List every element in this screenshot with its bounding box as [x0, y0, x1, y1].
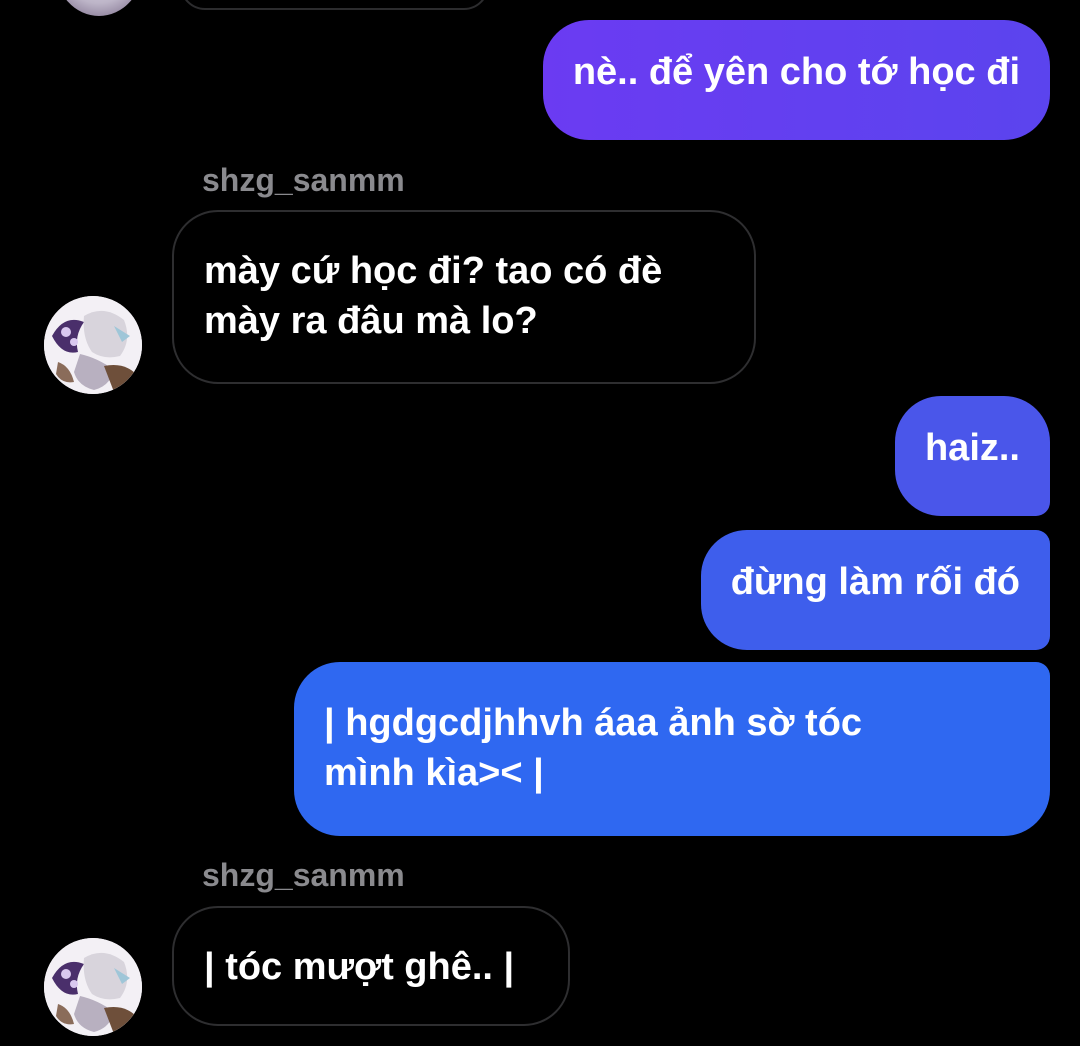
sender-name: shzg_sanmm: [202, 857, 405, 893]
outgoing-message-bubble[interactable]: nè.. để yên cho tớ học đi: [542, 20, 1050, 140]
previous-message-bubble[interactable]: [180, 0, 489, 10]
chat-thread[interactable]: nè.. để yên cho tớ học đi shzg_sanmm mày…: [0, 0, 1080, 1046]
sender-name: shzg_sanmm: [202, 162, 405, 198]
message-text: | hgdgcdjhhvh áaa ảnh sờ tóc mình kìa>< …: [324, 702, 863, 794]
avatar-previous-icon: [55, 0, 143, 16]
profile-avatar-icon[interactable]: [44, 296, 142, 394]
incoming-message-bubble[interactable]: mày cứ học đi? tao có đè mày ra đâu mà l…: [172, 210, 756, 384]
message-text: nè.. để yên cho tớ học đi: [572, 51, 1020, 93]
outgoing-message-bubble[interactable]: | hgdgcdjhhvh áaa ảnh sờ tóc mình kìa>< …: [294, 662, 1050, 836]
outgoing-message-bubble[interactable]: haiz..: [894, 396, 1050, 516]
outgoing-message-bubble[interactable]: đừng làm rối đó: [700, 530, 1050, 650]
message-text: haiz..: [924, 427, 1020, 469]
message-text: | tóc mượt ghê.. |: [204, 946, 515, 988]
message-text: đừng làm rối đó: [730, 561, 1020, 603]
message-text: mày cứ học đi? tao có đè mày ra đâu mà l…: [204, 250, 663, 342]
profile-avatar-icon[interactable]: [44, 938, 142, 1036]
incoming-message-bubble[interactable]: | tóc mượt ghê.. |: [172, 906, 570, 1026]
